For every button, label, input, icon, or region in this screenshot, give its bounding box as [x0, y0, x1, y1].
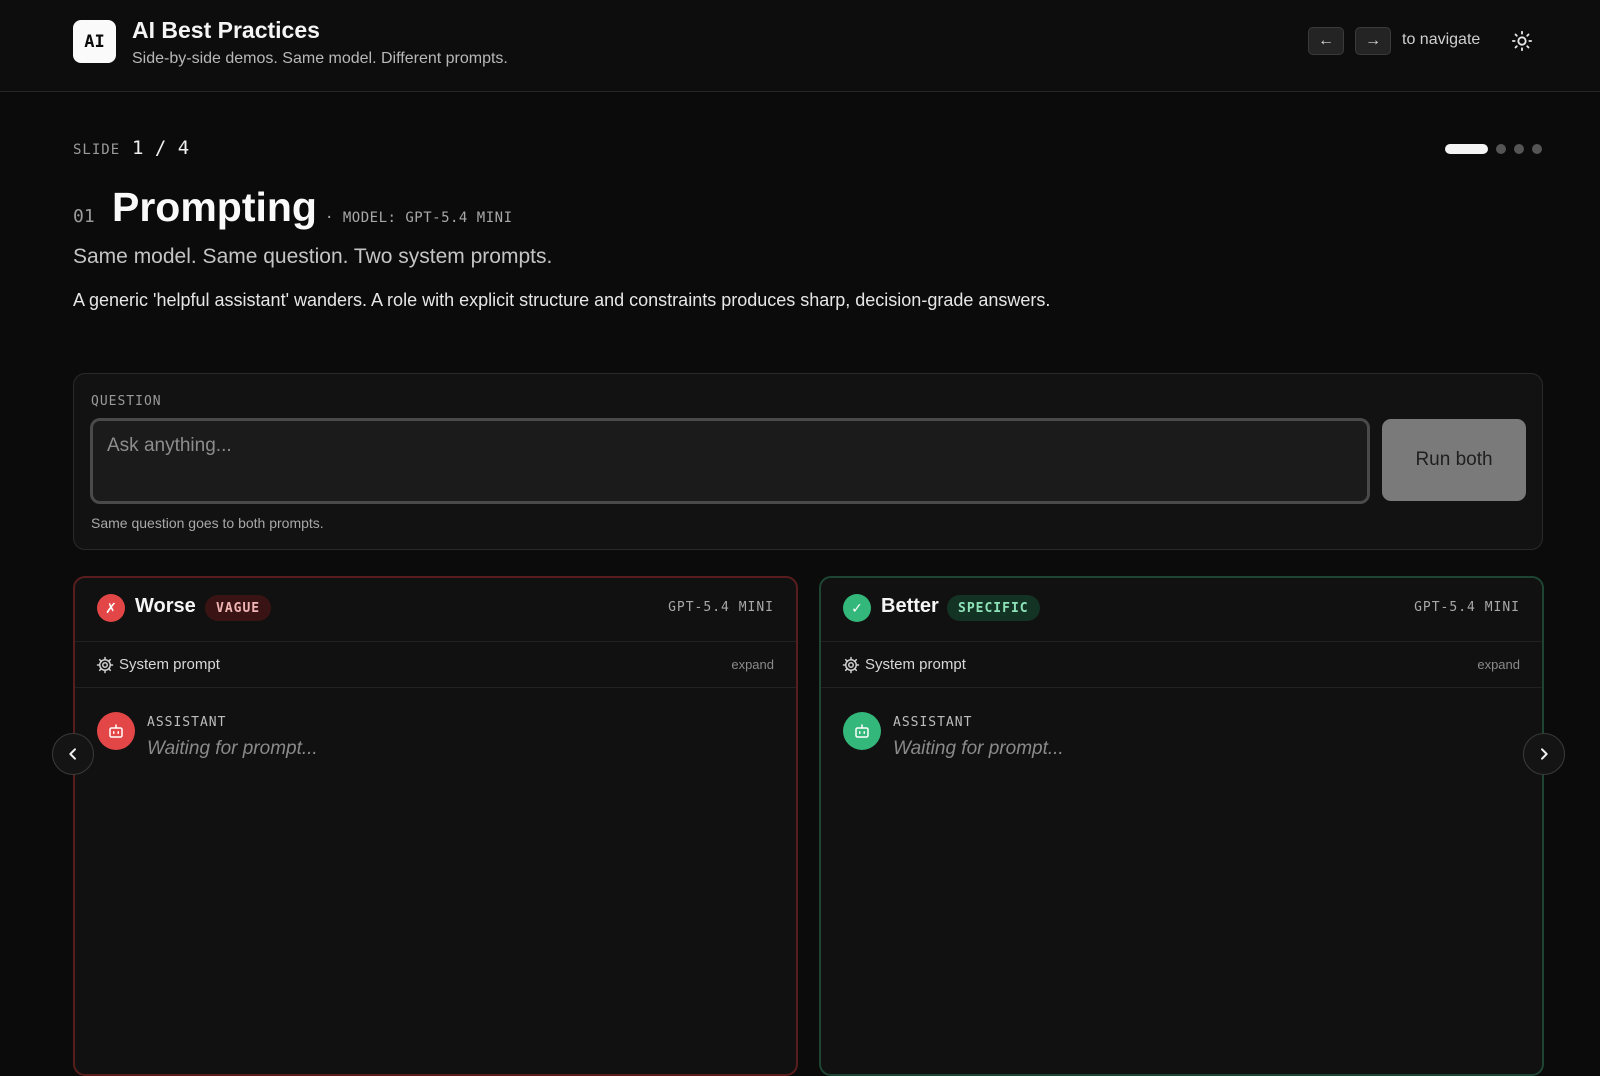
- app-subtitle: Side-by-side demos. Same model. Differen…: [132, 50, 508, 67]
- run-both-button[interactable]: Run both: [1382, 419, 1526, 501]
- slide-counter: 1 / 4: [132, 137, 190, 159]
- question-card: QUESTION Run both Same question goes to …: [73, 373, 1543, 550]
- slide-label: SLIDE: [73, 142, 121, 158]
- check-status-icon: ✓: [843, 594, 871, 622]
- slide-pagination: [1445, 144, 1542, 154]
- system-prompt-label: System prompt: [865, 656, 966, 673]
- panel-model: GPT-5.4 MINI: [668, 600, 774, 615]
- question-hint: Same question goes to both prompts.: [91, 515, 324, 531]
- system-prompt-toggle[interactable]: System prompt expand: [821, 642, 1542, 688]
- panel-header: ✗ Worse VAGUE GPT-5.4 MINI: [75, 578, 796, 642]
- prev-key-button[interactable]: ←: [1308, 27, 1344, 55]
- assistant-avatar: [843, 712, 881, 750]
- robot-icon: [855, 724, 869, 738]
- system-prompt-label: System prompt: [119, 656, 220, 673]
- worse-panel: ✗ Worse VAGUE GPT-5.4 MINI System prompt…: [73, 576, 798, 1076]
- app-logo: AI: [73, 20, 116, 63]
- sun-icon: [1511, 30, 1533, 52]
- assistant-role-label: ASSISTANT: [147, 715, 227, 730]
- slide-dot-1[interactable]: [1445, 144, 1488, 154]
- top-bar: AI AI Best Practices Side-by-side demos.…: [0, 0, 1600, 92]
- panel-title: Worse: [135, 595, 196, 617]
- system-prompt-toggle[interactable]: System prompt expand: [75, 642, 796, 688]
- panel-header: ✓ Better SPECIFIC GPT-5.4 MINI: [821, 578, 1542, 642]
- expand-link[interactable]: expand: [731, 657, 774, 672]
- slide-dot-3[interactable]: [1514, 144, 1524, 154]
- section-description: A generic 'helpful assistant' wanders. A…: [73, 290, 1051, 310]
- x-status-icon: ✗: [97, 594, 125, 622]
- app-title: AI Best Practices: [132, 17, 320, 43]
- assistant-message: Waiting for prompt...: [147, 738, 318, 759]
- better-panel: ✓ Better SPECIFIC GPT-5.4 MINI System pr…: [819, 576, 1544, 1076]
- gear-icon: [842, 656, 860, 674]
- assistant-message: Waiting for prompt...: [893, 738, 1064, 759]
- chevron-right-icon: [1541, 748, 1548, 760]
- gear-icon: [96, 656, 114, 674]
- slide-dot-2[interactable]: [1496, 144, 1506, 154]
- question-input[interactable]: [90, 418, 1370, 504]
- next-slide-button[interactable]: [1523, 733, 1565, 775]
- assistant-avatar: [97, 712, 135, 750]
- panel-badge: VAGUE: [205, 595, 272, 621]
- slide-dot-4[interactable]: [1532, 144, 1542, 154]
- section-model-tag: · MODEL: GPT-5.4 MINI: [325, 210, 513, 226]
- robot-icon: [109, 724, 123, 738]
- assistant-role-label: ASSISTANT: [893, 715, 973, 730]
- prev-slide-button[interactable]: [52, 733, 94, 775]
- panel-badge: SPECIFIC: [947, 595, 1040, 621]
- section-subtitle: Same model. Same question. Two system pr…: [73, 245, 553, 268]
- section-number: 01: [73, 206, 95, 227]
- section-title: Prompting: [112, 184, 317, 230]
- navigate-hint: to navigate: [1402, 31, 1481, 48]
- expand-link[interactable]: expand: [1477, 657, 1520, 672]
- question-label: QUESTION: [91, 394, 162, 409]
- panel-model: GPT-5.4 MINI: [1414, 600, 1520, 615]
- next-key-button[interactable]: →: [1355, 27, 1391, 55]
- panel-title: Better: [881, 595, 939, 617]
- chevron-left-icon: [69, 748, 76, 760]
- theme-toggle-button[interactable]: [1508, 27, 1536, 55]
